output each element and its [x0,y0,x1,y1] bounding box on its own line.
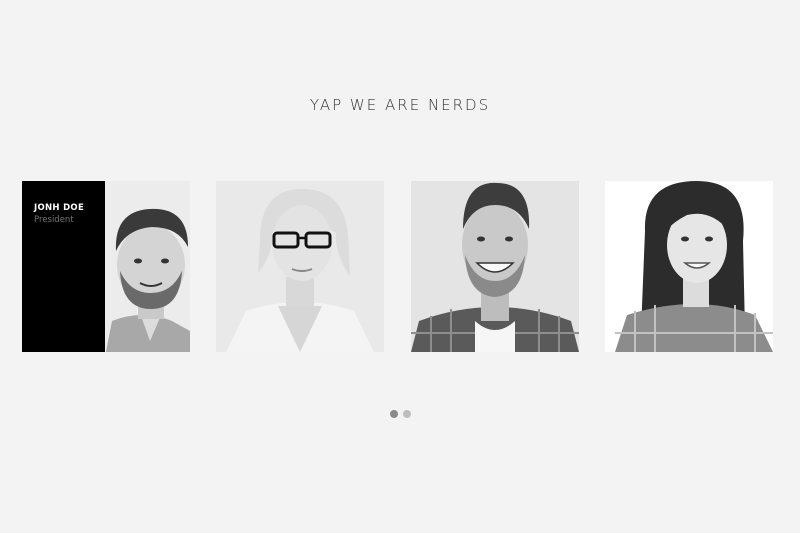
team-card-1[interactable]: JONH DOE President [22,181,190,352]
carousel-dot-1[interactable] [390,410,398,418]
section-title: YAP WE ARE NERDS [309,96,491,114]
team-section: YAP WE ARE NERDS JONH DOE President [0,0,800,533]
carousel-pagination [390,410,411,418]
portrait-man-smiling [411,181,579,352]
carousel-dot-2[interactable] [403,410,411,418]
portrait-woman-glasses [216,181,384,352]
team-card-2[interactable] [216,181,384,352]
member-info-overlay: JONH DOE President [22,181,105,352]
portrait-woman-long-hair [605,181,773,352]
member-name: JONH DOE [34,203,85,213]
team-card-4[interactable] [605,181,773,352]
member-role: President [34,215,74,225]
team-card-3[interactable] [411,181,579,352]
